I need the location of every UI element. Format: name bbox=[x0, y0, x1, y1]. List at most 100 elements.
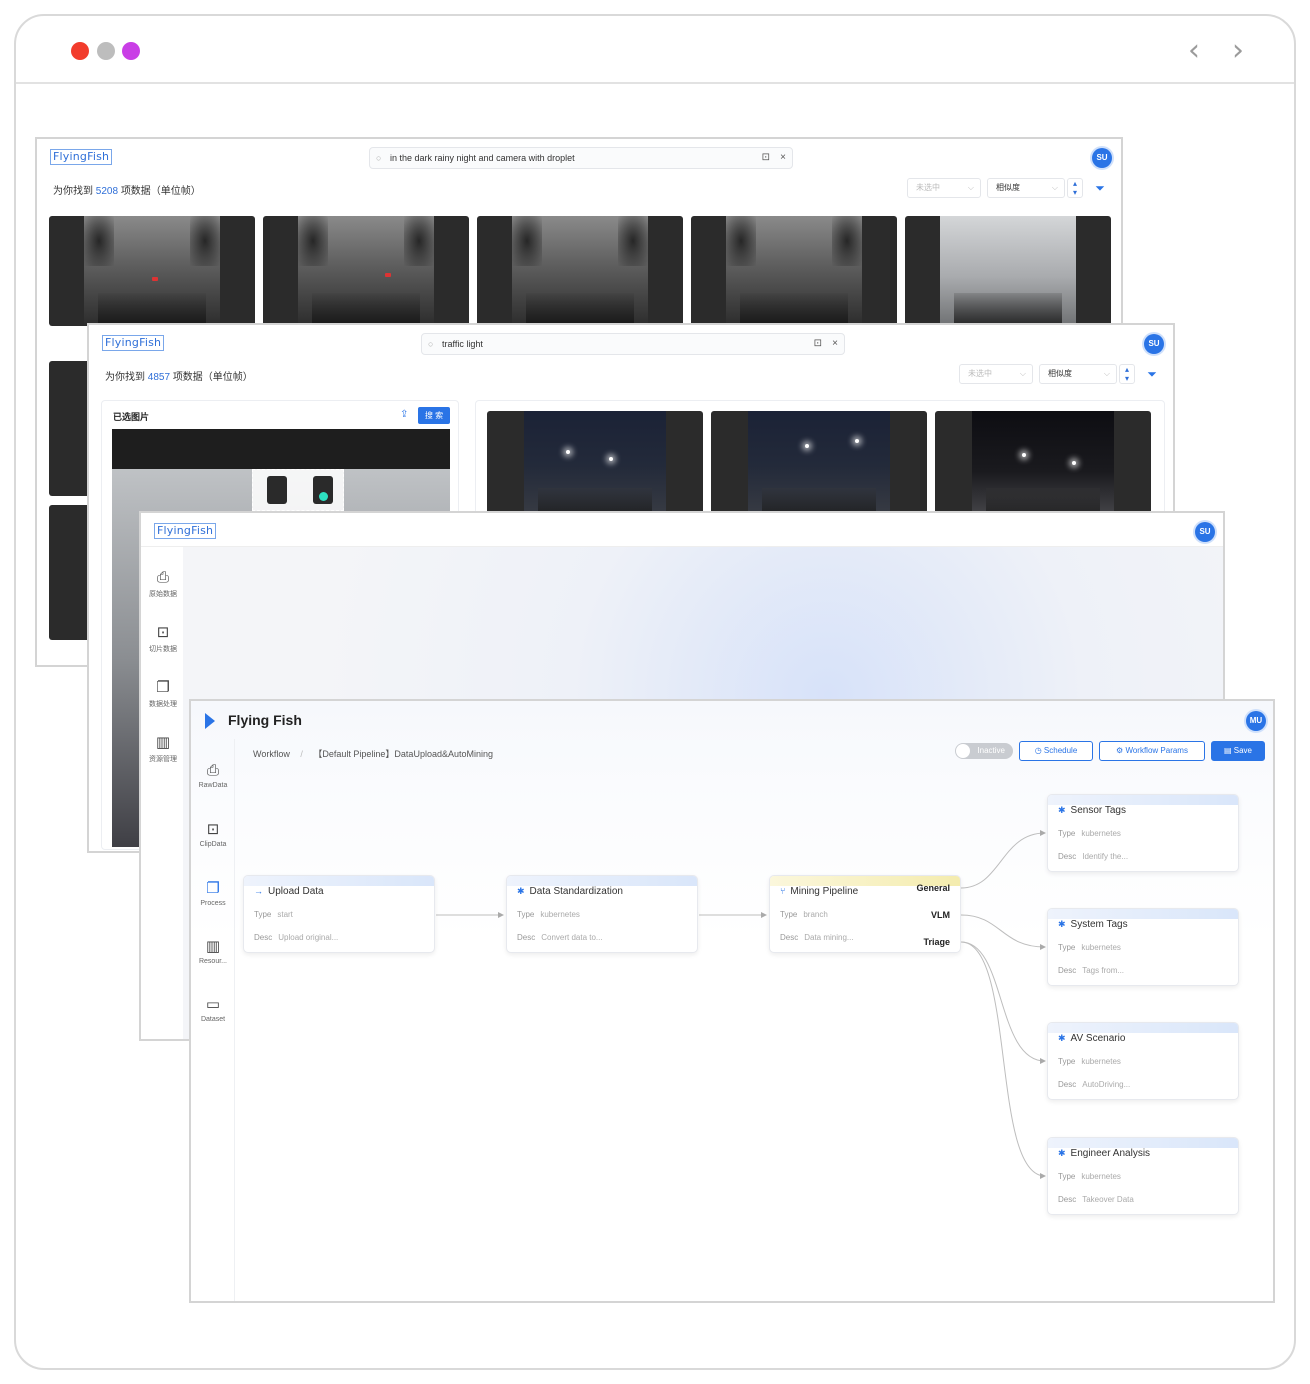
sidebar-item-process[interactable]: ❐ Process bbox=[191, 879, 235, 907]
search-button[interactable]: 搜 索 bbox=[418, 407, 450, 424]
search-input[interactable]: ○ traffic light ⊡ × bbox=[421, 333, 845, 355]
avatar[interactable]: SU bbox=[1195, 522, 1215, 542]
filter-select-value: 未选中 bbox=[916, 183, 940, 192]
breadcrumb-item: 【Default Pipeline】DataUpload&AutoMining bbox=[313, 749, 493, 759]
chart-icon: ▥ bbox=[155, 733, 171, 751]
clear-icon[interactable]: × bbox=[780, 148, 786, 168]
selection-box[interactable] bbox=[252, 469, 344, 511]
avatar[interactable]: SU bbox=[1092, 148, 1112, 168]
node-desc: Desc Data mining... bbox=[780, 933, 854, 942]
node-sensor-tags[interactable]: ✱ Sensor Tags Type kubernetes Desc Identify… bbox=[1047, 794, 1239, 872]
active-toggle[interactable]: Inactive bbox=[955, 743, 1013, 759]
node-av-scenario[interactable]: ✱ AV Scenario Type kubernetes Desc AutoDriv… bbox=[1047, 1022, 1239, 1100]
sort-order-button[interactable]: ▴ ▾ bbox=[1067, 178, 1083, 198]
result-thumbnail[interactable] bbox=[905, 216, 1111, 326]
upload-icon[interactable]: ⇪ bbox=[400, 409, 408, 420]
image-search-icon: ⊡ bbox=[156, 623, 170, 641]
branch-port-vlm[interactable]: VLM bbox=[931, 910, 950, 920]
clear-icon[interactable]: × bbox=[832, 334, 838, 354]
sidebar-item-resources[interactable]: ▥ 资源管理 bbox=[141, 733, 185, 764]
breadcrumb: Workflow / 【Default Pipeline】DataUpload&… bbox=[253, 749, 493, 759]
sidebar-item-clip-data[interactable]: ⊡ ClipData bbox=[191, 820, 235, 848]
sort-select[interactable]: 相似度 ⌵ bbox=[1039, 364, 1117, 384]
copy-icon: ❐ bbox=[156, 678, 170, 696]
node-title: Mining Pipeline bbox=[790, 886, 859, 897]
sidebar-item-dataset[interactable]: ▭ Dataset bbox=[191, 995, 235, 1023]
flyingfish-logo[interactable]: FlyingFish bbox=[154, 523, 217, 539]
node-type-label: Type bbox=[1058, 829, 1076, 838]
flyingfish-logo[interactable]: FlyingFish bbox=[50, 149, 113, 165]
sidebar-item-label: Process bbox=[200, 900, 226, 907]
sort-select[interactable]: 相似度 ⌵ bbox=[987, 178, 1065, 198]
result-thumbnail[interactable] bbox=[711, 411, 927, 521]
breadcrumb-item[interactable]: Workflow bbox=[253, 749, 290, 759]
forward-arrow-icon[interactable]: › bbox=[1232, 36, 1244, 66]
node-title: AV Scenario bbox=[1070, 1033, 1126, 1044]
sidebar-item-label: 原始数据 bbox=[149, 591, 177, 598]
node-title: Engineer Analysis bbox=[1070, 1148, 1151, 1159]
result-thumbnail[interactable] bbox=[691, 216, 897, 326]
gear-icon: ✱ bbox=[1058, 919, 1066, 929]
avatar[interactable]: MU bbox=[1246, 711, 1266, 731]
node-upload-data[interactable]: → Upload Data Type start Desc Upload origin… bbox=[243, 875, 435, 953]
sort-order-button[interactable]: ▴ ▾ bbox=[1119, 364, 1135, 384]
sidebar-item-raw-data[interactable]: ⎙ 原始数据 bbox=[141, 568, 185, 599]
search-input[interactable]: ○ in the dark rainy night and camera wit… bbox=[369, 147, 793, 169]
node-desc: Desc Convert data to... bbox=[517, 933, 603, 942]
save-button-label: Save bbox=[1233, 746, 1252, 755]
node-data-standardization[interactable]: ✱ Data Standardization Type kubernetes Des… bbox=[506, 875, 698, 953]
node-engineer-analysis[interactable]: ✱ Engineer Analysis Type kubernetes Desc Ta… bbox=[1047, 1137, 1239, 1215]
image-search-icon[interactable]: ⊡ bbox=[814, 334, 822, 354]
sort-select-value: 相似度 bbox=[996, 183, 1020, 192]
result-thumbnail[interactable] bbox=[49, 216, 255, 326]
node-desc-label: Desc bbox=[1058, 1195, 1077, 1204]
folder-icon: ▭ bbox=[205, 995, 221, 1013]
sidebar-item-data-process[interactable]: ❐ 数据处理 bbox=[141, 678, 185, 709]
flying-fish-logo[interactable]: Flying Fish bbox=[228, 712, 302, 728]
node-desc: Desc Takeover Data bbox=[1058, 1195, 1134, 1204]
node-desc-label: Desc bbox=[780, 933, 799, 942]
back-arrow-icon[interactable]: ‹ bbox=[1188, 36, 1200, 66]
chevron-down-icon: ⌵ bbox=[967, 183, 974, 192]
result-thumbnail[interactable] bbox=[487, 411, 703, 521]
filter-select[interactable]: 未选中 ⌵ bbox=[959, 364, 1033, 384]
avatar[interactable]: SU bbox=[1144, 334, 1164, 354]
flying-fish-logo-icon bbox=[205, 713, 215, 729]
filter-icon[interactable]: ⏷ bbox=[1142, 364, 1162, 384]
image-search-icon[interactable]: ⊡ bbox=[762, 148, 770, 168]
node-system-tags[interactable]: ✱ System Tags Type kubernetes Desc Tags fro… bbox=[1047, 908, 1239, 986]
node-desc: Desc Upload original... bbox=[254, 933, 338, 942]
node-desc-value: Tags from... bbox=[1082, 966, 1125, 975]
flyingfish-logo[interactable]: FlyingFish bbox=[102, 335, 165, 351]
result-thumbnail[interactable] bbox=[263, 216, 469, 326]
sort-select-value: 相似度 bbox=[1048, 369, 1072, 378]
result-thumbnail[interactable] bbox=[477, 216, 683, 326]
close-window-dot[interactable] bbox=[71, 42, 89, 60]
node-type-label: Type bbox=[1058, 943, 1076, 952]
sidebar-item-raw-data[interactable]: ⎙ RawData bbox=[191, 761, 235, 789]
browser-toolbar: ‹ › bbox=[16, 16, 1294, 84]
result-thumbnail[interactable] bbox=[935, 411, 1151, 521]
node-type: Type branch bbox=[780, 910, 828, 919]
node-mining-pipeline[interactable]: ⑂ Mining Pipeline Type branch Desc Data min… bbox=[769, 875, 961, 953]
sidebar-item-clip-data[interactable]: ⊡ 切片数据 bbox=[141, 623, 185, 654]
workflow-params-button[interactable]: ⚙ Workflow Params bbox=[1099, 741, 1205, 761]
node-desc-value: Data mining... bbox=[804, 933, 854, 942]
maximize-window-dot[interactable] bbox=[122, 42, 140, 60]
branch-port-triage[interactable]: Triage bbox=[923, 937, 950, 947]
sidebar-item-label: Resour... bbox=[198, 958, 227, 965]
result-count: 4857 bbox=[147, 372, 171, 383]
sidebar-item-resources[interactable]: ▥ Resour... bbox=[191, 937, 235, 965]
save-button[interactable]: ▤ Save bbox=[1211, 741, 1265, 761]
copy-icon: ❐ bbox=[206, 879, 220, 897]
result-suffix: 项数据（单位帧） bbox=[172, 372, 253, 383]
filter-icon[interactable]: ⏷ bbox=[1090, 178, 1110, 198]
filter-select[interactable]: 未选中 ⌵ bbox=[907, 178, 981, 198]
minimize-window-dot[interactable] bbox=[97, 42, 115, 60]
branch-port-general[interactable]: General bbox=[916, 883, 950, 893]
gear-icon: ✱ bbox=[1058, 1148, 1066, 1158]
schedule-button[interactable]: ◷ Schedule bbox=[1019, 741, 1093, 761]
selected-image-title: 已选图片 bbox=[113, 412, 150, 422]
arrow-right-icon: → bbox=[254, 886, 263, 896]
node-desc-value: Convert data to... bbox=[541, 933, 603, 942]
